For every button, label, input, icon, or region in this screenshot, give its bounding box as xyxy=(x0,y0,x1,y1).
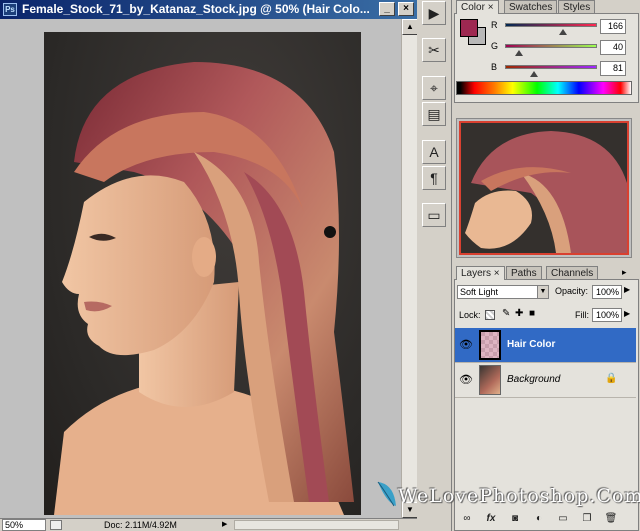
layer-thumbnail xyxy=(479,365,501,395)
photoshop-doc-icon: Ps xyxy=(3,3,17,16)
document-window: Ps Female_Stock_71_by_Katanaz_Stock.jpg … xyxy=(0,0,418,531)
layer-thumbnail xyxy=(479,330,501,360)
tab-layers[interactable]: Layers × xyxy=(456,266,505,280)
minimize-button[interactable]: _ xyxy=(379,2,395,16)
red-track[interactable] xyxy=(505,23,597,27)
lock-move-icon[interactable]: ✚ xyxy=(515,308,523,319)
red-value-field[interactable]: 166 xyxy=(600,19,626,34)
blue-track[interactable] xyxy=(505,65,597,69)
paragraph-icon[interactable]: ¶ xyxy=(422,166,446,190)
status-arrow-icon[interactable]: ▶ xyxy=(222,520,232,530)
tab-styles[interactable]: Styles xyxy=(558,0,596,14)
green-slider: G 40 xyxy=(455,40,635,56)
chevron-down-icon[interactable]: ▼ xyxy=(537,286,548,298)
delete-layer-icon[interactable]: 🗑 xyxy=(604,512,618,526)
adjustment-layer-icon[interactable]: ◐ xyxy=(532,512,546,526)
layer-name[interactable]: Background xyxy=(507,374,560,385)
red-thumb[interactable] xyxy=(559,29,567,35)
blue-slider: B 81 xyxy=(455,61,635,77)
tab-color[interactable]: Color × xyxy=(456,0,499,14)
play-icon[interactable]: ▶ xyxy=(422,1,446,25)
new-group-icon[interactable]: ▭ xyxy=(556,512,570,526)
layer-row-hair-color[interactable]: 👁 Hair Color xyxy=(455,328,636,363)
watermark: WeLovePhotoshop.Com xyxy=(376,480,640,514)
blue-value-field[interactable]: 81 xyxy=(600,61,626,76)
visibility-eye-icon[interactable]: 👁 xyxy=(459,373,473,387)
portrait-image xyxy=(54,62,354,515)
panels-dock: Color × Swatches Styles R 166 G 40 B 81 xyxy=(451,0,640,531)
link-layers-icon[interactable]: ∞ xyxy=(460,512,474,526)
path-select-icon[interactable]: ⌖ xyxy=(422,76,446,100)
color-spectrum-bar[interactable] xyxy=(456,81,632,95)
lock-label: Lock: xyxy=(459,310,481,320)
lock-icon: 🔒 xyxy=(605,373,618,384)
navigator-image xyxy=(465,131,627,253)
green-thumb[interactable] xyxy=(515,50,523,56)
layer-mask-icon[interactable]: ◙ xyxy=(508,512,522,526)
fill-arrow-icon[interactable]: ▶ xyxy=(624,309,630,318)
panel-toggle-icon[interactable]: ▭ xyxy=(422,203,446,227)
canvas-area[interactable] xyxy=(0,19,401,518)
vertical-scrollbar[interactable]: ▲ ▼ xyxy=(401,19,418,518)
tab-paths[interactable]: Paths xyxy=(506,266,542,280)
fill-label: Fill: xyxy=(575,310,589,320)
layer-style-icon[interactable]: fx xyxy=(484,512,498,526)
status-page-icon[interactable] xyxy=(50,520,62,530)
layer-row-background[interactable]: 👁 Background 🔒 xyxy=(455,363,636,398)
blend-mode-select[interactable]: Soft Light ▼ xyxy=(457,285,549,299)
close-color-tab-icon[interactable]: × xyxy=(488,2,494,13)
opacity-label: Opacity: xyxy=(555,286,589,296)
blue-thumb[interactable] xyxy=(530,71,538,77)
tab-channels[interactable]: Channels xyxy=(546,266,599,280)
doc-size-info[interactable]: Doc: 2.11M/4.92M xyxy=(104,519,177,531)
layer-name[interactable]: Hair Color xyxy=(507,339,555,350)
close-button[interactable]: × xyxy=(398,2,414,16)
horizontal-scrollbar[interactable] xyxy=(234,520,399,530)
feather-icon xyxy=(377,481,396,507)
type-icon[interactable]: A xyxy=(422,140,446,164)
brush-tools-icon[interactable]: ✂ xyxy=(422,38,446,62)
zoom-field[interactable]: 50% xyxy=(2,519,46,531)
green-track[interactable] xyxy=(505,44,597,48)
lock-transparency-icon[interactable] xyxy=(485,310,495,320)
close-layers-tab-icon[interactable]: × xyxy=(494,268,500,279)
document-titlebar[interactable]: Ps Female_Stock_71_by_Katanaz_Stock.jpg … xyxy=(0,0,417,19)
photo-canvas[interactable] xyxy=(44,32,361,515)
navigator-preview[interactable] xyxy=(459,121,629,255)
watermark-text: WeLovePhotoshop.Com xyxy=(398,485,640,507)
fill-field[interactable]: 100% xyxy=(592,308,622,322)
green-value-field[interactable]: 40 xyxy=(600,40,626,55)
document-title: Female_Stock_71_by_Katanaz_Stock.jpg @ 5… xyxy=(22,2,370,16)
notes-icon[interactable]: ▤ xyxy=(422,102,446,126)
lock-all-icon[interactable]: ■ xyxy=(529,308,535,319)
foreground-swatch[interactable] xyxy=(460,19,478,37)
lock-paint-icon[interactable]: ✎ xyxy=(502,308,510,319)
scroll-up-arrow-icon[interactable]: ▲ xyxy=(402,19,418,35)
status-bar: 50% Doc: 2.11M/4.92M ▶ xyxy=(0,518,417,531)
new-layer-icon[interactable]: ❐ xyxy=(580,512,594,526)
opacity-arrow-icon[interactable]: ▶ xyxy=(624,285,630,294)
red-slider: R 166 xyxy=(455,19,635,35)
visibility-eye-icon[interactable]: 👁 xyxy=(459,338,473,352)
panel-menu-icon[interactable]: ▸ xyxy=(622,267,627,278)
tool-palette: ▶ ✂ ⌖ ▤ A ¶ ▭ xyxy=(417,0,451,531)
opacity-field[interactable]: 100% xyxy=(592,285,622,299)
tab-swatches[interactable]: Swatches xyxy=(504,0,558,14)
navigator-panel xyxy=(456,118,632,258)
